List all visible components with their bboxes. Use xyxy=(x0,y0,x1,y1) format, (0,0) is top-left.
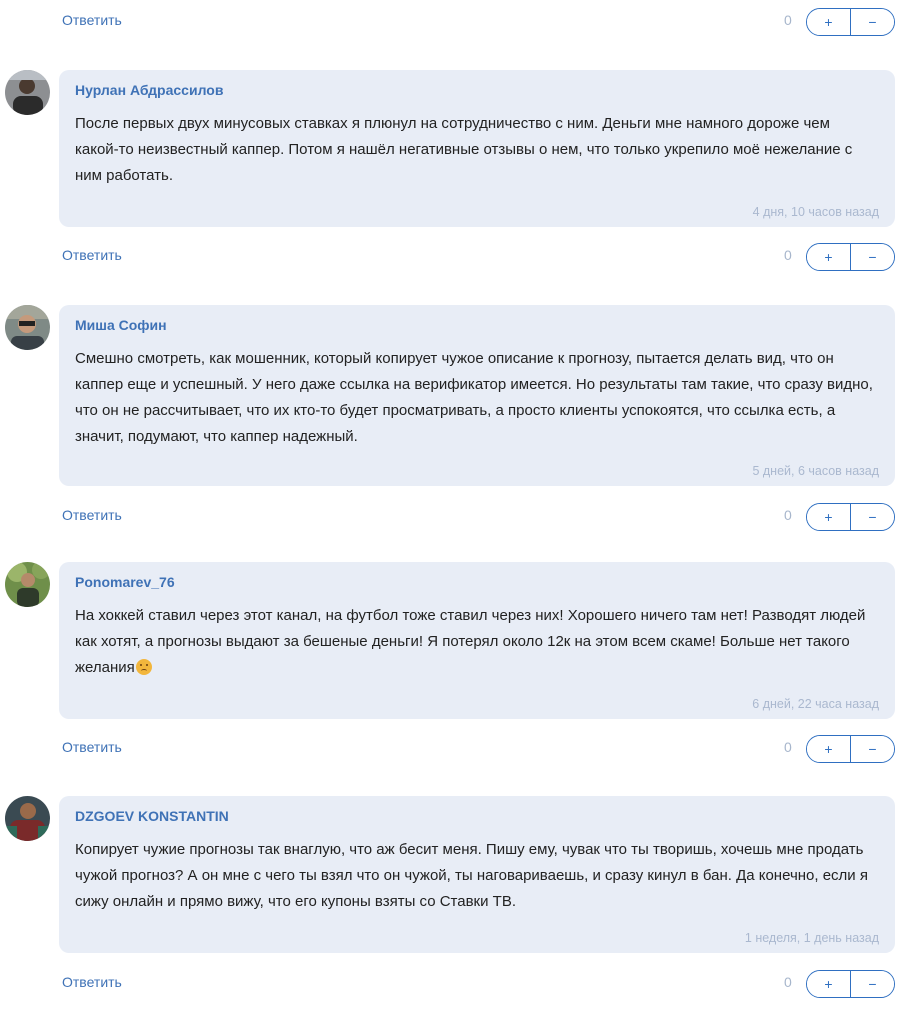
comment-author[interactable]: Ponomarev_76 xyxy=(75,574,175,590)
vote-count: 0 xyxy=(784,247,792,263)
comment-bubble: DZGOEV KONSTANTIN Копирует чужие прогноз… xyxy=(59,796,895,953)
vote-count: 0 xyxy=(784,507,792,523)
comment-text: Смешно смотреть, как мошенник, который к… xyxy=(75,350,873,445)
avatar[interactable] xyxy=(5,70,50,115)
comment-actions: Ответить 0 + − xyxy=(0,8,901,38)
downvote-button[interactable]: − xyxy=(850,971,894,997)
vote-count: 0 xyxy=(784,12,792,28)
comment-text: Копирует чужие прогнозы так внаглую, что… xyxy=(75,841,868,910)
comment-timestamp: 6 дней, 22 часа назад xyxy=(752,697,879,711)
vote-controls: + − xyxy=(806,970,895,998)
comment-text-body: На хоккей ставил через этот канал, на фу… xyxy=(75,607,866,676)
avatar[interactable] xyxy=(5,562,50,607)
comment-timestamp: 5 дней, 6 часов назад xyxy=(752,464,879,478)
comment-text: На хоккей ставил через этот канал, на фу… xyxy=(75,603,875,681)
comment-bubble: Ponomarev_76 На хоккей ставил через этот… xyxy=(59,562,895,719)
comment-bubble: Миша Софин Смешно смотреть, как мошенник… xyxy=(59,305,895,486)
vote-count: 0 xyxy=(784,739,792,755)
reply-link[interactable]: Ответить xyxy=(62,974,122,990)
comment-actions: Ответить 0 + − xyxy=(0,970,901,1000)
worried-face-icon xyxy=(135,659,152,675)
comment-author[interactable]: DZGOEV KONSTANTIN xyxy=(75,808,229,824)
downvote-button[interactable]: − xyxy=(850,504,894,530)
comment-text: После первых двух минусовых ставках я пл… xyxy=(75,115,853,184)
comments-list: Ответить 0 + − Нурлан Абдрассилов После … xyxy=(0,0,901,1010)
comment-actions: Ответить 0 + − xyxy=(0,243,901,273)
reply-link[interactable]: Ответить xyxy=(62,507,122,523)
comment-author[interactable]: Миша Софин xyxy=(75,317,167,333)
downvote-button[interactable]: − xyxy=(850,9,894,35)
downvote-button[interactable]: − xyxy=(850,244,894,270)
comment-actions: Ответить 0 + − xyxy=(0,735,901,765)
upvote-button[interactable]: + xyxy=(807,9,850,35)
reply-link[interactable]: Ответить xyxy=(62,739,122,755)
comment-actions: Ответить 0 + − xyxy=(0,503,901,533)
avatar[interactable] xyxy=(5,796,50,841)
avatar[interactable] xyxy=(5,305,50,350)
comment-bubble: Нурлан Абдрассилов После первых двух мин… xyxy=(59,70,895,227)
comment-author[interactable]: Нурлан Абдрассилов xyxy=(75,82,223,98)
reply-link[interactable]: Ответить xyxy=(62,12,122,28)
downvote-button[interactable]: − xyxy=(850,736,894,762)
comment-timestamp: 1 неделя, 1 день назад xyxy=(744,931,879,945)
upvote-button[interactable]: + xyxy=(807,504,850,530)
vote-count: 0 xyxy=(784,974,792,990)
comment-timestamp: 4 дня, 10 часов назад xyxy=(752,205,879,219)
upvote-button[interactable]: + xyxy=(807,244,850,270)
vote-controls: + − xyxy=(806,503,895,531)
upvote-button[interactable]: + xyxy=(807,736,850,762)
vote-controls: + − xyxy=(806,735,895,763)
vote-controls: + − xyxy=(806,8,895,36)
vote-controls: + − xyxy=(806,243,895,271)
reply-link[interactable]: Ответить xyxy=(62,247,122,263)
upvote-button[interactable]: + xyxy=(807,971,850,997)
